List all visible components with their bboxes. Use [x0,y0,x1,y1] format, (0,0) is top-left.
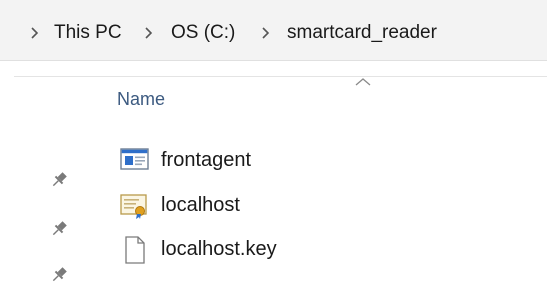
breadcrumb-root-chevron-icon[interactable] [28,25,42,41]
chevron-right-icon[interactable] [142,25,156,41]
file-row-frontagent[interactable]: frontagent [120,145,520,175]
file-row-localhost-key[interactable]: localhost.key [120,234,520,264]
certificate-icon [120,192,150,220]
file-name: frontagent [161,149,252,171]
file-name: localhost [161,194,240,216]
blank-file-icon [120,236,150,264]
pin-icon[interactable] [49,265,69,285]
breadcrumb-item-drive-c[interactable]: OS (C:) [171,19,235,47]
breadcrumb-item-smartcard-reader[interactable]: smartcard_reader [287,19,437,47]
pin-icon[interactable] [49,219,69,239]
sort-ascending-icon [354,74,372,92]
chevron-right-icon[interactable] [259,25,273,41]
file-row-localhost[interactable]: localhost [120,190,520,220]
address-bar[interactable]: This PC OS (C:) smartcard_reader [0,0,547,61]
breadcrumb-item-this-pc[interactable]: This PC [54,19,122,47]
application-icon [120,147,150,175]
column-header-name[interactable]: Name [117,89,165,110]
header-divider [14,76,547,77]
file-name: localhost.key [161,238,277,260]
pin-icon[interactable] [49,170,69,190]
